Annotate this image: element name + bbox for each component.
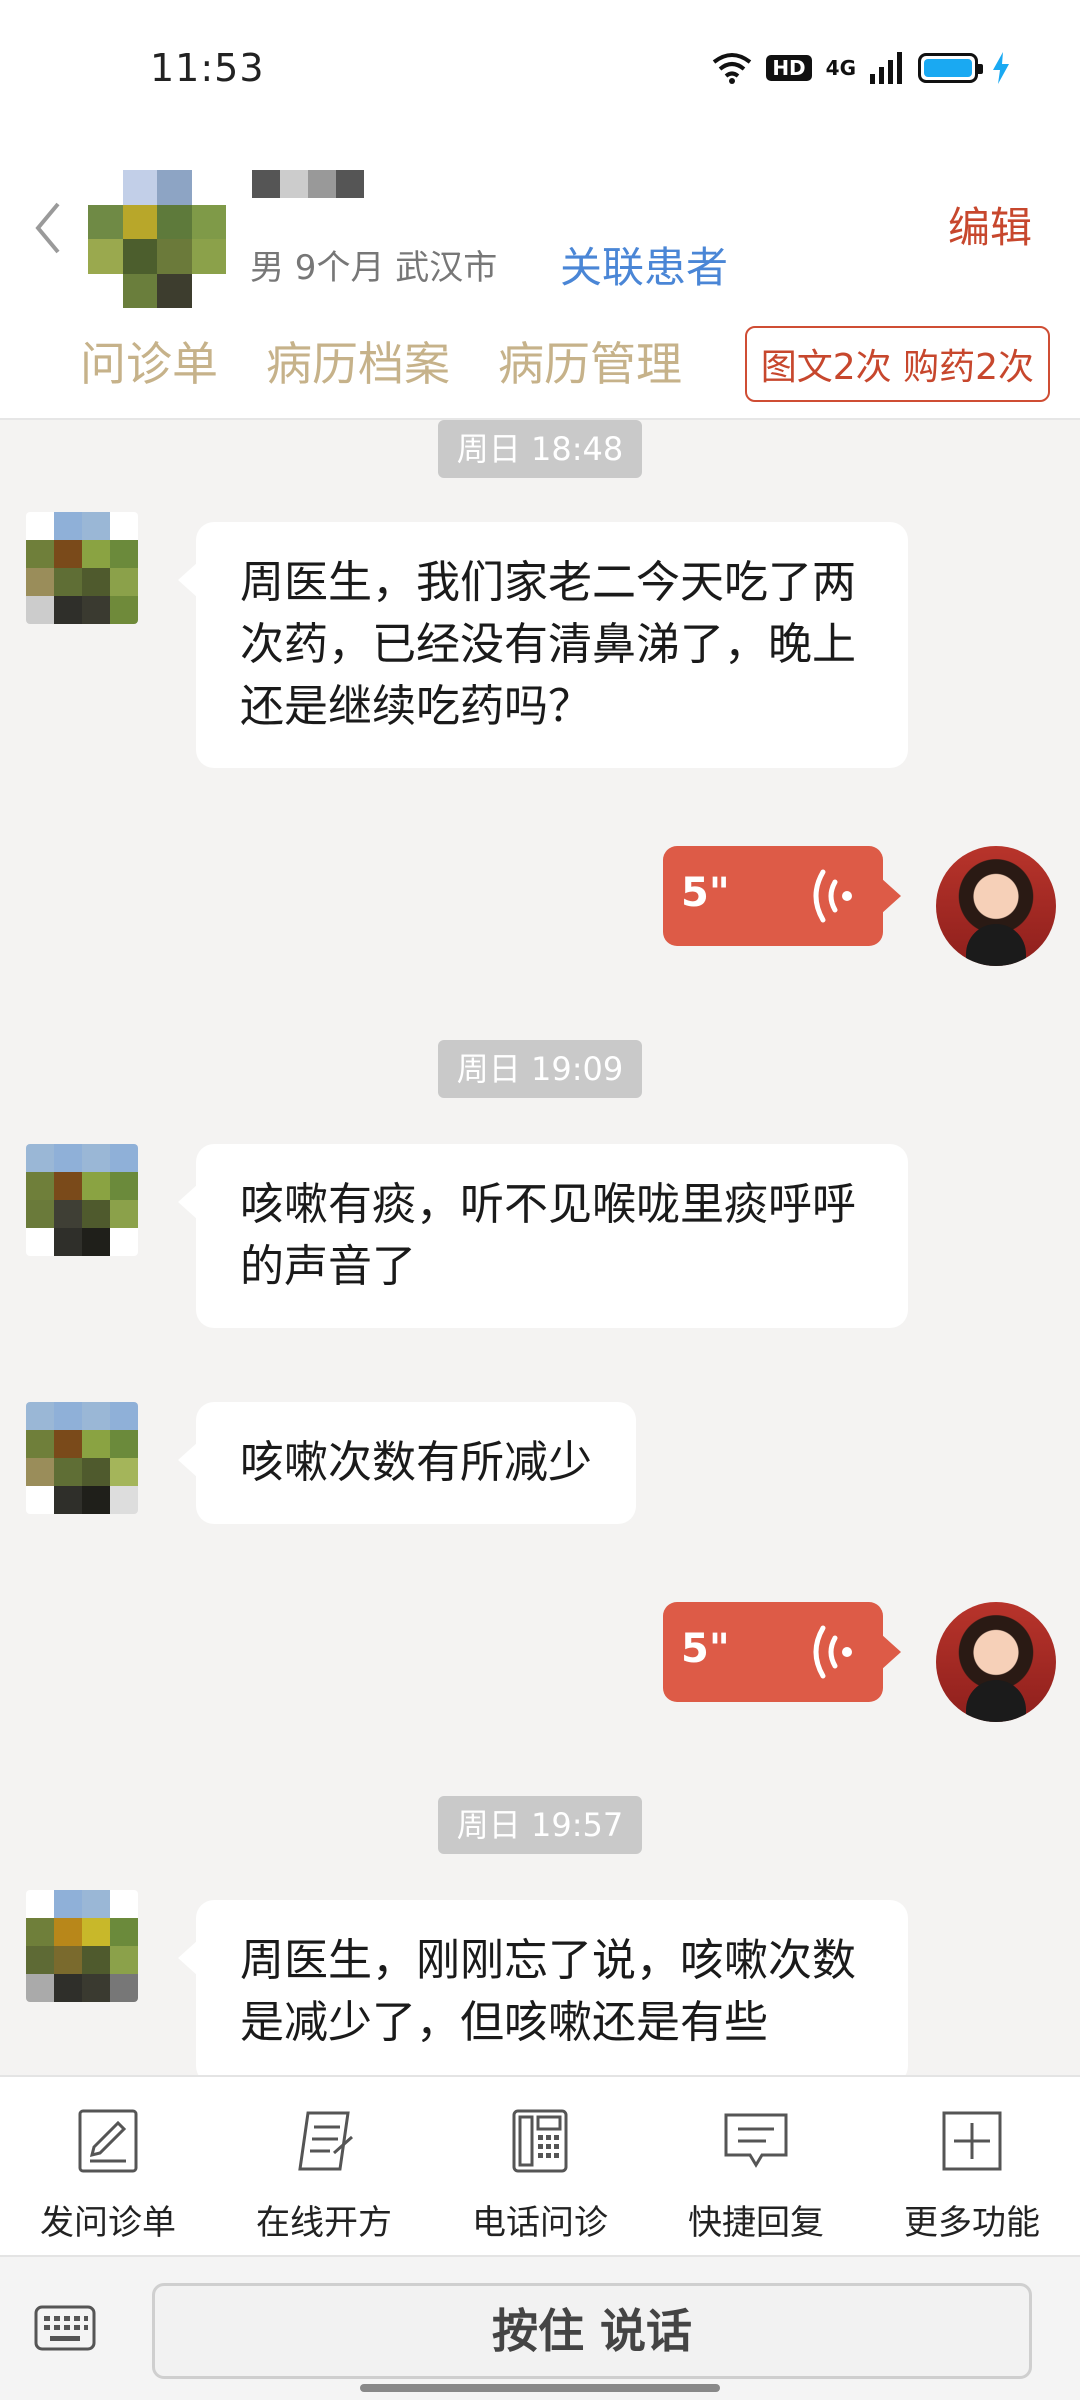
send-consult-form-button[interactable]: 发问诊单 [0, 2077, 216, 2257]
link-patient-button[interactable]: 关联患者 [560, 234, 728, 295]
tab-consult-form[interactable]: 问诊单 [80, 328, 218, 394]
status-bar: 11:53 HD 4G [0, 0, 1080, 130]
doctor-voice-message[interactable]: 5" [663, 1602, 901, 1702]
phone-icon [512, 2109, 568, 2173]
status-time: 11:53 [150, 46, 265, 90]
patient-text-message[interactable]: 周医生，我们家老二今天吃了两次药，已经没有清鼻涕了，晚上还是继续吃药吗？ [178, 522, 908, 768]
toolbar-label: 发问诊单 [40, 2203, 176, 2243]
action-toolbar: 发问诊单 在线开方 电话问诊 快捷回复 更多功能 [0, 2075, 1080, 2255]
form-edit-icon [78, 2109, 138, 2173]
chat-area[interactable]: 周日 18:48 周医生，我们家老二今天吃了两次药，已经没有清鼻涕了，晚上还是继… [0, 420, 1080, 2075]
doctor-avatar[interactable] [936, 1602, 1056, 1722]
voice-wave-icon [813, 1625, 852, 1679]
timestamp-label: 周日 19:57 [438, 1796, 642, 1854]
voice-wave-icon [813, 869, 852, 923]
quick-reply-button[interactable]: 快捷回复 [648, 2077, 864, 2257]
patient-message-avatar[interactable] [26, 1890, 138, 2002]
status-icons: HD 4G [712, 52, 1010, 84]
patient-message-avatar[interactable] [26, 1144, 138, 1256]
timestamp-label: 周日 19:09 [438, 1040, 642, 1098]
hd-badge: HD [766, 55, 812, 81]
patient-name-blurred [252, 170, 364, 198]
patient-text-message[interactable]: 咳嗽次数有所减少 [178, 1402, 636, 1524]
patient-text-message[interactable]: 周医生，刚刚忘了说，咳嗽次数是减少了，但咳嗽还是有些 [178, 1900, 908, 2075]
home-indicator[interactable] [360, 2384, 720, 2392]
prescription-icon [298, 2111, 353, 2171]
usage-badge: 图文2次 购药2次 [744, 326, 1050, 402]
quick-reply-icon [724, 2113, 788, 2168]
patient-message-avatar[interactable] [26, 1402, 138, 1514]
toolbar-label: 电话问诊 [472, 2203, 608, 2243]
network-label: 4G [825, 56, 856, 80]
patient-info: 男 9个月 武汉市 [250, 248, 498, 288]
signal-icon [870, 52, 902, 84]
toolbar-label: 在线开方 [256, 2203, 392, 2243]
toolbar-label: 更多功能 [904, 2203, 1040, 2243]
doctor-avatar[interactable] [936, 846, 1056, 966]
keyboard-icon[interactable] [34, 2305, 96, 2351]
timestamp-label: 周日 18:48 [438, 420, 642, 478]
hold-to-talk-button[interactable]: 按住 说话 [152, 2283, 1032, 2379]
toolbar-label: 快捷回复 [688, 2203, 824, 2243]
patient-avatar[interactable] [88, 170, 226, 308]
tab-medical-records[interactable]: 病历档案 [266, 328, 450, 394]
voice-duration: 5" [681, 1626, 730, 1672]
back-arrow-icon[interactable] [30, 198, 66, 258]
wifi-icon [713, 53, 752, 84]
tab-record-management[interactable]: 病历管理 [498, 328, 682, 394]
doctor-voice-message[interactable]: 5" [663, 846, 901, 946]
charging-icon [993, 52, 1009, 84]
voice-duration: 5" [681, 870, 730, 916]
battery-icon [918, 53, 983, 83]
header-tabs: 问诊单 病历档案 病历管理 [80, 328, 682, 394]
online-prescription-button[interactable]: 在线开方 [216, 2077, 432, 2257]
plus-box-icon [942, 2111, 1002, 2171]
patient-text-message[interactable]: 咳嗽有痰，听不见喉咙里痰呼呼的声音了 [178, 1144, 908, 1328]
patient-message-avatar[interactable] [26, 512, 138, 624]
edit-button[interactable]: 编辑 [948, 194, 1032, 255]
phone-consult-button[interactable]: 电话问诊 [432, 2077, 648, 2257]
patient-header: 男 9个月 武汉市 关联患者 编辑 问诊单 病历档案 病历管理 图文2次 购药2… [0, 130, 1080, 420]
more-functions-button[interactable]: 更多功能 [864, 2077, 1080, 2257]
input-bar: 按住 说话 [0, 2255, 1080, 2400]
